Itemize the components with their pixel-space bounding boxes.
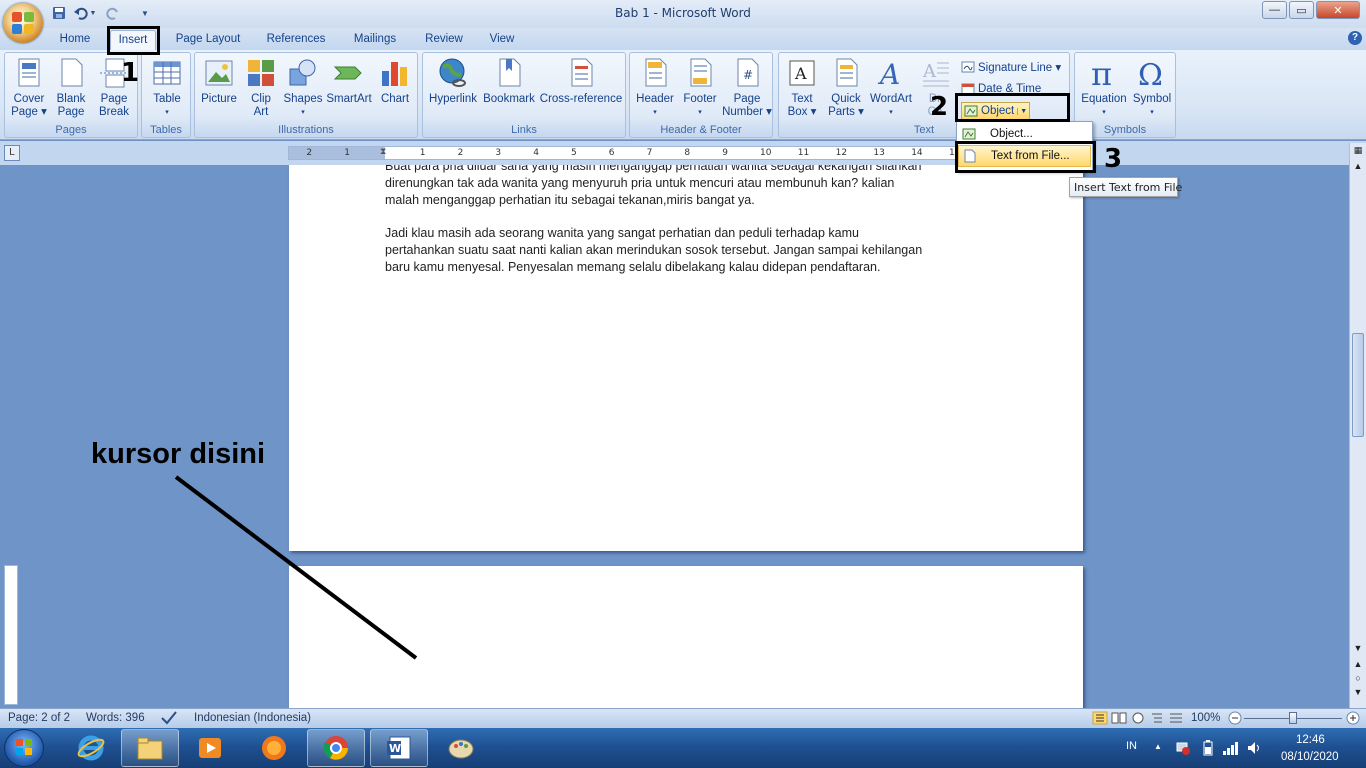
annotation-arrow-line <box>174 475 418 660</box>
menu-item-text-from-file[interactable]: Text from File... <box>958 145 1091 167</box>
volume-icon[interactable] <box>1246 740 1262 759</box>
ruler-toggle-icon[interactable]: ▦ <box>1350 145 1366 159</box>
paint-icon[interactable] <box>432 729 490 767</box>
scrollbar-thumb[interactable] <box>1352 333 1364 437</box>
web-layout-icon[interactable] <box>1130 711 1146 725</box>
page-count[interactable]: Page: 2 of 2 <box>8 712 70 724</box>
annotation-step-2: 2 <box>930 92 949 122</box>
taskbar: W IN ▲ 12:46 08/10/2020 <box>0 728 1366 768</box>
battery-icon[interactable] <box>1200 740 1216 759</box>
start-button[interactable] <box>4 729 44 767</box>
scroll-up-icon[interactable]: ▲ <box>1350 161 1366 175</box>
full-screen-reading-icon[interactable] <box>1111 711 1127 725</box>
previous-page-icon[interactable]: ▲ <box>1350 659 1366 673</box>
object-icon <box>958 124 980 144</box>
signal-icon[interactable] <box>1222 740 1238 759</box>
firefox-icon[interactable] <box>245 729 303 767</box>
word-count[interactable]: Words: 396 <box>86 712 145 724</box>
annotation-step-3: 3 <box>1104 144 1123 174</box>
language-indicator[interactable]: Indonesian (Indonesia) <box>194 712 311 724</box>
status-bar: Page: 2 of 2 Words: 396 Indonesian (Indo… <box>0 708 1366 728</box>
tooltip: Insert Text from File <box>1069 177 1182 197</box>
word-icon[interactable]: W <box>370 729 428 767</box>
chrome-icon[interactable] <box>307 729 365 767</box>
network-error-icon[interactable] <box>1175 740 1191 759</box>
file-explorer-icon[interactable] <box>121 729 179 767</box>
menu-item-object-label: Object... <box>990 128 1033 140</box>
internet-explorer-icon[interactable] <box>62 729 120 767</box>
menu-item-text-from-file-label: Text from File... <box>991 150 1070 162</box>
object-dropdown-menu: Object... Text from File... <box>956 121 1093 171</box>
office-button[interactable] <box>3 3 43 43</box>
document-icon <box>959 146 981 166</box>
zoom-in-icon[interactable] <box>1346 711 1360 728</box>
svg-text:W: W <box>389 742 401 755</box>
browse-object-icon[interactable]: ○ <box>1350 673 1366 687</box>
show-hidden-icons-icon[interactable]: ▲ <box>1154 742 1162 751</box>
draft-view-icon[interactable] <box>1168 711 1184 725</box>
zoom-level[interactable]: 100% <box>1191 712 1220 724</box>
next-page-icon[interactable]: ▼ <box>1350 687 1366 701</box>
zoom-out-icon[interactable] <box>1228 711 1242 728</box>
scroll-down-icon[interactable]: ▼ <box>1350 643 1366 657</box>
print-layout-view-icon[interactable] <box>1092 711 1108 725</box>
zoom-slider-thumb[interactable] <box>1289 712 1297 724</box>
media-player-icon[interactable] <box>181 729 239 767</box>
annotation-step-1: 1 <box>121 58 140 88</box>
input-language[interactable]: IN <box>1126 740 1137 752</box>
vertical-scrollbar[interactable]: ▦ ▲ ▼ ▲ ○ ▼ <box>1349 143 1366 708</box>
proofing-icon[interactable] <box>160 710 178 729</box>
windows-logo-icon <box>16 739 32 755</box>
clock-date[interactable]: 08/10/2020 <box>1281 751 1339 763</box>
word-window: ▼ ▼ Bab 1 - Microsoft Word — ▭ ✕ Home In… <box>0 0 1366 768</box>
clock-time[interactable]: 12:46 <box>1296 734 1325 746</box>
view-buttons <box>1092 711 1184 725</box>
outline-view-icon[interactable] <box>1149 711 1165 725</box>
office-logo-icon <box>12 12 34 34</box>
menu-item-object[interactable]: Object... <box>958 123 1091 145</box>
